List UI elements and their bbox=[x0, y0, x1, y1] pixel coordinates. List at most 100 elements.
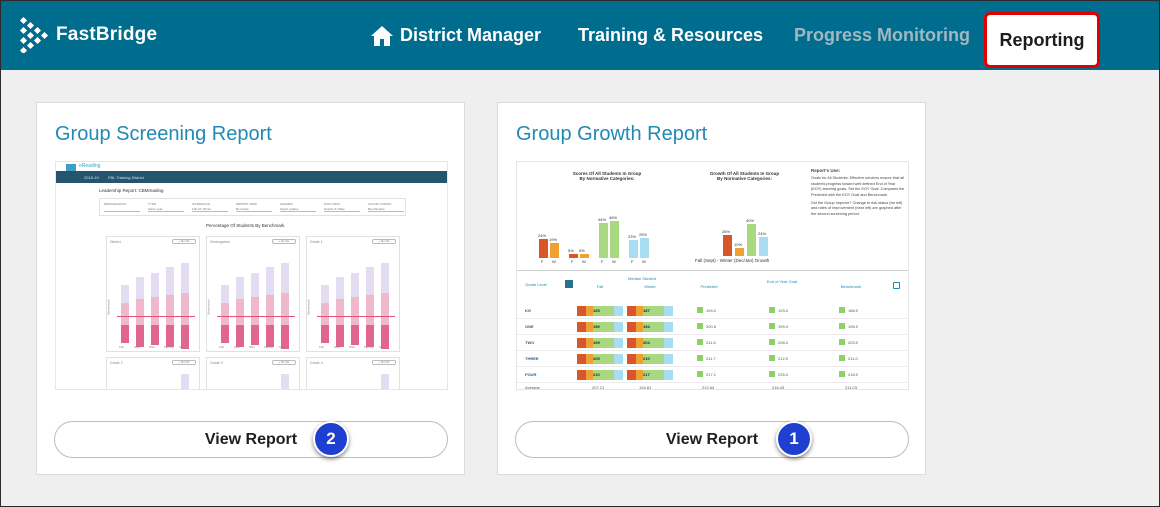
score-cell-winter: 204 bbox=[627, 338, 673, 348]
panel-x-label: Spring bbox=[264, 345, 273, 349]
panel-bar-low bbox=[121, 325, 129, 343]
report-use-item-2: Did the Group Improve? Change to risk st… bbox=[811, 201, 903, 216]
nav-progress-label: Progress Monitoring bbox=[794, 25, 971, 45]
goal-marker bbox=[769, 371, 775, 377]
panel-bar-mid bbox=[281, 293, 289, 325]
score-cell-winter: 194 bbox=[627, 322, 673, 332]
benchmark-value: 218.0 bbox=[848, 372, 859, 377]
nav-training-resources[interactable]: Training & Resources bbox=[578, 1, 763, 70]
goal-value: 225.0 bbox=[778, 372, 789, 377]
table-row: FOUR 210 217 217.1 225.0 218.0 bbox=[517, 366, 908, 383]
panel-bar-low bbox=[236, 325, 244, 347]
score-bar-tick: F bbox=[571, 259, 574, 264]
panel-info-button[interactable]: + Stu info bbox=[172, 239, 196, 244]
score-value: 165 bbox=[593, 308, 600, 313]
panel-bar-low bbox=[151, 325, 159, 345]
thumbnail-sub-bar: 2018-19 FBL Training District bbox=[56, 171, 447, 183]
score-cell-fall: 199 bbox=[577, 338, 623, 348]
panel-label: Kindergarten bbox=[210, 240, 231, 244]
panel-y-axis-label: Benchmark bbox=[106, 299, 111, 315]
view-report-button[interactable]: View Report bbox=[515, 421, 909, 458]
benchmark-marker bbox=[839, 355, 845, 361]
filter-demographic[interactable]: DEMOGRAPHIC bbox=[104, 202, 140, 212]
panel-info-button[interactable]: + Stu info bbox=[372, 360, 396, 365]
growth-bar bbox=[735, 248, 744, 256]
export-icon[interactable] bbox=[893, 282, 900, 289]
benchmark-marker bbox=[839, 371, 845, 377]
score-value: 210 bbox=[593, 372, 600, 377]
sort-toggle[interactable] bbox=[565, 280, 573, 288]
panel-y-axis-label: Benchmark bbox=[306, 299, 311, 315]
panel-x-label: Fall bbox=[319, 345, 324, 349]
group-growth-report-card: Group Growth Report Scores Of All Studen… bbox=[497, 102, 926, 475]
report-use-title: Report's Use: bbox=[811, 168, 841, 173]
nav-district-manager[interactable]: District Manager bbox=[370, 1, 541, 70]
benchmark-panel: Grade 4 + Stu info bbox=[306, 357, 400, 389]
panel-bar-mid bbox=[136, 299, 144, 325]
panel-bar-mid bbox=[321, 303, 329, 325]
score-bar bbox=[580, 254, 589, 258]
growth-bar-label: 24% bbox=[758, 230, 767, 236]
panel-info-button[interactable]: + Stu info bbox=[372, 239, 396, 244]
goal-value: 208.0 bbox=[778, 340, 789, 345]
benchmark-value: 203.0 bbox=[848, 340, 859, 345]
panel-bar-low bbox=[336, 325, 344, 347]
panel-x-label: Spring bbox=[364, 345, 373, 349]
panel-info-button[interactable]: + Stu info bbox=[272, 239, 296, 244]
score-bar-tick: W bbox=[612, 259, 616, 264]
table-row: TWO 199 204 211.6 208.0 203.0 bbox=[517, 334, 908, 351]
brand-name: FastBridge bbox=[56, 24, 158, 45]
goal-marker bbox=[769, 307, 775, 313]
panel-bar bbox=[281, 374, 289, 389]
filter-data-view[interactable]: DATA VIEW Graphs & Table bbox=[324, 202, 360, 212]
panel-label: Grade 2 bbox=[110, 361, 123, 365]
nav-reporting-label: Reporting bbox=[999, 29, 1085, 50]
card-title[interactable]: Group Growth Report bbox=[516, 123, 707, 146]
benchmark-marker bbox=[839, 307, 845, 313]
nav-training-label: Training & Resources bbox=[578, 25, 764, 45]
growth-chart-caption: Fall (Sept) - Winter (Dec/Jan) Growth bbox=[695, 258, 770, 263]
panel-info-button[interactable]: + Stu info bbox=[272, 360, 296, 365]
predicted-marker bbox=[697, 323, 703, 329]
grade-label: TWO bbox=[525, 340, 535, 345]
benchmark-line bbox=[117, 316, 195, 317]
panel-bar-mid bbox=[236, 299, 244, 325]
filter-report-view[interactable]: REPORT VIEW By Grade bbox=[236, 202, 272, 212]
filter-grades[interactable]: GRADES Select grades bbox=[280, 202, 316, 212]
panel-bar-low bbox=[366, 325, 374, 347]
group-screening-report-card: Group Screening Report eReading 2018-19 … bbox=[36, 102, 465, 475]
panel-label: Grade 1 bbox=[310, 240, 323, 244]
filter-color-coding[interactable]: COLOR CODING Benchmarks bbox=[368, 202, 404, 212]
filter-intervals[interactable]: INTERVAL(S) Fall 18, Winter bbox=[192, 202, 228, 212]
view-report-button[interactable]: View Report bbox=[54, 421, 448, 458]
score-value: 204 bbox=[643, 340, 650, 345]
panel-x-label: Wint bbox=[349, 345, 355, 349]
filter-type[interactable]: TYPE Same year bbox=[148, 202, 184, 212]
section-divider bbox=[517, 270, 908, 271]
panel-x-label: Fall bbox=[219, 345, 224, 349]
average-row: Average 207.21 194.81 212.64 216.43 211.… bbox=[525, 385, 857, 390]
panel-bar-mid bbox=[121, 303, 129, 325]
panel-bar-low bbox=[266, 325, 274, 347]
panel-bar-mid bbox=[181, 293, 189, 325]
score-bar-tick: W bbox=[552, 259, 556, 264]
score-bar bbox=[640, 238, 649, 258]
header-predicted: Predicted bbox=[700, 284, 718, 289]
report-filters: DEMOGRAPHIC TYPE Same year INTERVAL(S) Fal… bbox=[99, 198, 406, 216]
panel-info-button[interactable]: + Stu info bbox=[172, 360, 196, 365]
score-bar-label: 23% bbox=[628, 233, 637, 239]
score-bar-tick: W bbox=[582, 259, 586, 264]
score-bar-tick: F bbox=[541, 259, 544, 264]
score-cell-winter: 210 bbox=[627, 354, 673, 364]
score-bar-label: 24% bbox=[538, 232, 547, 238]
card-title[interactable]: Group Screening Report bbox=[55, 123, 272, 146]
score-value: 187 bbox=[643, 308, 650, 313]
report-heading: Leadership Report: CBMreading bbox=[99, 188, 164, 193]
goal-value: 199.0 bbox=[778, 324, 789, 329]
nav-progress-monitoring[interactable]: Progress Monitoring bbox=[794, 1, 970, 70]
score-bar-label: 46% bbox=[609, 215, 618, 221]
brand[interactable]: FastBridge bbox=[20, 17, 157, 53]
panel-bar-low bbox=[166, 325, 174, 347]
predicted-value: 211.6 bbox=[706, 340, 716, 345]
nav-reporting[interactable]: Reporting bbox=[984, 12, 1100, 68]
